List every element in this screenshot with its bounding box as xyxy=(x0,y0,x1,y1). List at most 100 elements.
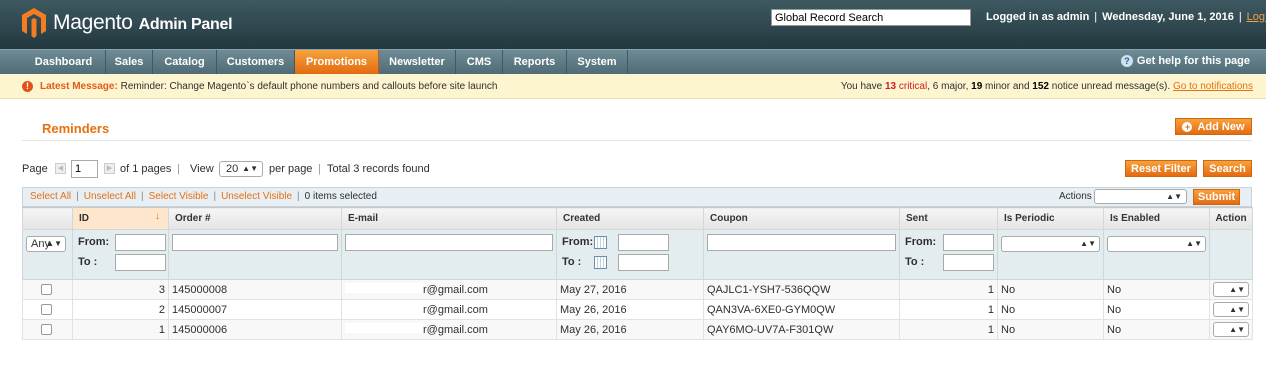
select-arrows-icon: ▲▼ xyxy=(1186,239,1202,248)
massaction-bar: Select All | Unselect All | Select Visible | U… xyxy=(22,187,1252,207)
go-to-notifications-link[interactable]: Go to notifications xyxy=(1173,81,1253,92)
id-to-input[interactable] xyxy=(115,254,166,271)
select-all-link[interactable]: Select All xyxy=(30,191,71,202)
col-header-periodic[interactable]: Is Periodic xyxy=(997,207,1104,230)
add-new-label: Add New xyxy=(1197,121,1245,133)
latest-message-label: Latest Message: xyxy=(40,81,118,92)
created-from-label: From: xyxy=(562,236,594,248)
nav-item-catalog[interactable]: Catalog xyxy=(153,50,217,74)
cell-coupon: QAJLC1-YSH7-536QQW xyxy=(703,279,900,300)
main-nav: Dashboard Sales Catalog Customers Promot… xyxy=(0,49,1266,74)
reset-filter-button[interactable]: Reset Filter xyxy=(1125,160,1197,177)
col-header-enabled[interactable]: Is Enabled xyxy=(1103,207,1210,230)
header-date: Wednesday, June 1, 2016 xyxy=(1102,11,1234,23)
nav-item-dashboard[interactable]: Dashboard xyxy=(22,50,106,74)
search-button[interactable]: Search xyxy=(1203,160,1252,177)
table-row: 3 145000008 r@gmail.com May 27, 2016 QAJ… xyxy=(22,279,1253,300)
per-page-value: 20 xyxy=(226,163,239,175)
notice-tail: notice unread message(s). xyxy=(1051,81,1171,92)
email-filter-input[interactable] xyxy=(345,234,553,251)
row-checkbox[interactable] xyxy=(41,324,52,336)
unselect-visible-link[interactable]: Unselect Visible xyxy=(221,191,292,202)
row-action-select[interactable]: ▲▼ xyxy=(1213,322,1249,337)
calendar-icon[interactable] xyxy=(594,236,607,249)
row-checkbox[interactable] xyxy=(41,284,52,296)
order-filter-input[interactable] xyxy=(172,234,338,251)
nav-item-customers[interactable]: Customers xyxy=(217,50,295,74)
sent-to-input[interactable] xyxy=(943,254,994,271)
nav-item-sales[interactable]: Sales xyxy=(106,50,153,74)
select-visible-link[interactable]: Select Visible xyxy=(149,191,209,202)
page-title: Reminders xyxy=(42,121,110,136)
sent-from-input[interactable] xyxy=(943,234,994,251)
items-selected: 0 items selected xyxy=(304,191,377,202)
notice-pre: You have xyxy=(840,81,883,92)
nav-item-reports[interactable]: Reports xyxy=(503,50,567,74)
nav-item-newsletter[interactable]: Newsletter xyxy=(379,50,456,74)
table-row: 2 145000007 r@gmail.com May 26, 2016 QAN… xyxy=(22,299,1253,320)
cell-created: May 27, 2016 xyxy=(556,279,704,300)
cell-enabled: No xyxy=(1103,299,1210,320)
row-action-select[interactable]: ▲▼ xyxy=(1213,282,1249,297)
select-arrows-icon: ▲▼ xyxy=(1229,325,1245,334)
col-header-action: Action xyxy=(1209,207,1253,230)
id-from-input[interactable] xyxy=(115,234,166,251)
cell-coupon: QAY6MO-UV7A-F301QW xyxy=(703,319,900,340)
row-checkbox[interactable] xyxy=(41,304,52,316)
help-link[interactable]: ? Get help for this page xyxy=(1120,55,1250,67)
actions-select[interactable]: ▲▼ xyxy=(1094,189,1187,204)
created-to-input[interactable] xyxy=(618,254,669,271)
any-select[interactable]: Any ▲▼ xyxy=(26,236,66,252)
critical-label: critical xyxy=(898,81,928,92)
prev-page-icon[interactable]: ◀ xyxy=(55,163,66,174)
row-action-select[interactable]: ▲▼ xyxy=(1213,302,1249,317)
select-arrows-icon: ▲▼ xyxy=(46,239,62,248)
page-number-input[interactable] xyxy=(71,160,98,178)
major-text: 6 major, xyxy=(932,81,969,92)
actions-label: Actions xyxy=(1059,191,1092,202)
col-header-email[interactable]: E-mail xyxy=(341,207,557,230)
enabled-filter-select[interactable]: ▲▼ xyxy=(1107,236,1206,252)
select-arrows-icon: ▲▼ xyxy=(242,164,258,173)
nav-item-promotions[interactable]: Promotions xyxy=(295,50,379,74)
per-page-select[interactable]: 20 ▲▼ xyxy=(219,161,263,177)
id-to-label: To : xyxy=(78,256,98,268)
coupon-filter-input[interactable] xyxy=(707,234,896,251)
col-header-sent[interactable]: Sent xyxy=(899,207,998,230)
id-from-label: From: xyxy=(78,236,110,248)
help-label: Get help for this page xyxy=(1136,55,1250,67)
next-page-icon[interactable]: ▶ xyxy=(104,163,115,174)
created-to-label: To : xyxy=(562,256,582,268)
cell-created: May 26, 2016 xyxy=(556,299,704,320)
sort-arrow-icon: ↓ xyxy=(155,211,160,222)
submit-button[interactable]: Submit xyxy=(1193,189,1240,205)
notification-summary: You have 13 critical, 6 major, 19 minor … xyxy=(840,81,1253,92)
notice-count: 152 xyxy=(1032,81,1049,92)
header: Magento Admin Panel Logged in as admin|We… xyxy=(0,0,1266,49)
plus-icon: + xyxy=(1182,122,1193,132)
nav-item-system[interactable]: System xyxy=(567,50,628,74)
calendar-icon[interactable] xyxy=(594,256,607,269)
add-new-button[interactable]: + Add New xyxy=(1175,118,1252,135)
brand: Magento Admin Panel xyxy=(53,11,233,35)
nav-item-cms[interactable]: CMS xyxy=(456,50,503,74)
col-header-id[interactable]: ID ↓ xyxy=(72,207,169,230)
cell-email-text: r@gmail.com xyxy=(423,324,488,336)
global-search-input[interactable] xyxy=(771,9,971,26)
col-header-created[interactable]: Created xyxy=(556,207,704,230)
logout-link[interactable]: Log Out xyxy=(1247,11,1266,23)
cell-email-text: r@gmail.com xyxy=(423,284,488,296)
reminders-grid: ID ↓ Order # E-mail Created Coupon Sent I… xyxy=(22,207,1253,340)
created-from-input[interactable] xyxy=(618,234,669,251)
latest-message: Latest Message: Reminder: Change Magento… xyxy=(40,74,498,99)
col-header-order[interactable]: Order # xyxy=(168,207,342,230)
unselect-all-link[interactable]: Unselect All xyxy=(84,191,136,202)
minor-text: minor and xyxy=(985,81,1030,92)
divider xyxy=(22,140,1252,141)
cell-periodic: No xyxy=(997,319,1104,340)
periodic-filter-select[interactable]: ▲▼ xyxy=(1001,236,1100,252)
col-header-coupon[interactable]: Coupon xyxy=(703,207,900,230)
cell-periodic: No xyxy=(997,299,1104,320)
select-arrows-icon: ▲▼ xyxy=(1229,285,1245,294)
sent-from-label: From: xyxy=(905,236,937,248)
